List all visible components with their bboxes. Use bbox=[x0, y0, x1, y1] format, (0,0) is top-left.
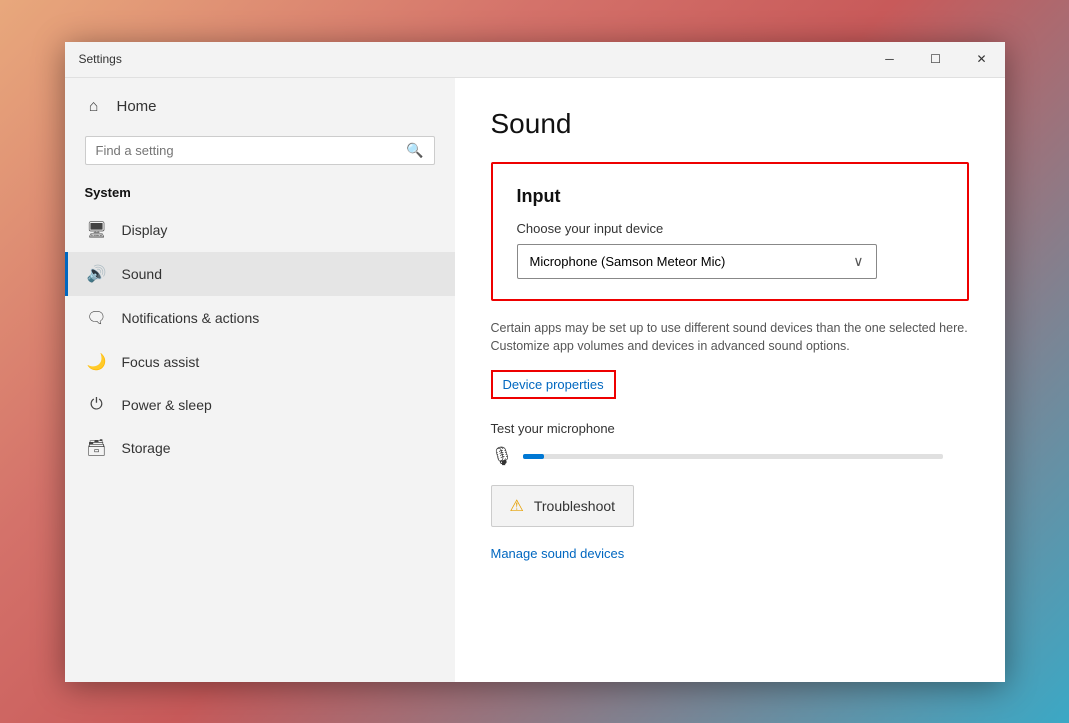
title-bar-controls: ─ ☐ ✕ bbox=[867, 41, 1005, 77]
sidebar-item-notifications[interactable]: 🗨 Notifications & actions bbox=[65, 296, 455, 340]
sidebar-item-display[interactable]: 🖥 Display bbox=[65, 208, 455, 252]
close-button[interactable]: ✕ bbox=[959, 41, 1005, 77]
sidebar-item-focus-label: Focus assist bbox=[122, 354, 200, 370]
settings-window: Settings ─ ☐ ✕ ⌂ Home 🔍 System 🖥 bbox=[65, 42, 1005, 682]
input-device-dropdown[interactable]: Microphone (Samson Meteor Mic) ∨ bbox=[517, 244, 877, 279]
device-properties-wrapper: Device properties bbox=[491, 370, 616, 399]
sidebar-section-title: System bbox=[65, 181, 455, 208]
notifications-icon: 🗨 bbox=[88, 308, 106, 328]
sidebar-item-power-label: Power & sleep bbox=[122, 397, 212, 413]
mic-level-fill bbox=[523, 454, 544, 459]
troubleshoot-button[interactable]: ⚠ Troubleshoot bbox=[491, 485, 635, 527]
sidebar-item-sound[interactable]: 🔊 Sound bbox=[65, 252, 455, 296]
device-properties-link[interactable]: Device properties bbox=[491, 370, 616, 399]
manage-sound-devices-link[interactable]: Manage sound devices bbox=[491, 546, 625, 561]
window-title: Settings bbox=[79, 52, 122, 66]
home-icon: ⌂ bbox=[85, 98, 103, 116]
mic-level-row: 🎙 bbox=[491, 446, 969, 467]
sidebar-item-notifications-label: Notifications & actions bbox=[122, 310, 260, 326]
input-description: Certain apps may be set up to use differ… bbox=[491, 319, 969, 357]
page-title: Sound bbox=[491, 108, 969, 140]
display-icon: 🖥 bbox=[88, 220, 106, 240]
sidebar: ⌂ Home 🔍 System 🖥 Display 🔊 Sound 🗨 N bbox=[65, 78, 455, 682]
sidebar-home-label: Home bbox=[117, 98, 157, 115]
search-input[interactable] bbox=[96, 143, 399, 158]
chevron-down-icon: ∨ bbox=[853, 253, 863, 270]
sidebar-item-focus[interactable]: 🌙 Focus assist bbox=[65, 340, 455, 384]
search-box[interactable]: 🔍 bbox=[85, 136, 435, 165]
sidebar-item-storage[interactable]: 🗃 Storage bbox=[65, 426, 455, 470]
storage-icon: 🗃 bbox=[88, 438, 106, 458]
test-mic-label: Test your microphone bbox=[491, 421, 969, 436]
search-icon: 🔍 bbox=[406, 142, 423, 159]
main-panel: Sound Input Choose your input device Mic… bbox=[455, 78, 1005, 682]
maximize-button[interactable]: ☐ bbox=[913, 41, 959, 77]
title-bar: Settings ─ ☐ ✕ bbox=[65, 42, 1005, 78]
content-area: ⌂ Home 🔍 System 🖥 Display 🔊 Sound 🗨 N bbox=[65, 78, 1005, 682]
troubleshoot-label: Troubleshoot bbox=[534, 498, 615, 514]
input-section-card: Input Choose your input device Microphon… bbox=[491, 162, 969, 301]
main-content: Sound Input Choose your input device Mic… bbox=[455, 78, 1005, 682]
minimize-button[interactable]: ─ bbox=[867, 41, 913, 77]
input-heading: Input bbox=[517, 186, 943, 207]
dropdown-value: Microphone (Samson Meteor Mic) bbox=[530, 254, 726, 269]
sidebar-home[interactable]: ⌂ Home bbox=[65, 88, 455, 126]
microphone-icon: 🎙 bbox=[491, 446, 514, 467]
sound-icon: 🔊 bbox=[88, 264, 106, 284]
sidebar-item-display-label: Display bbox=[122, 222, 168, 238]
sidebar-item-storage-label: Storage bbox=[122, 440, 171, 456]
sidebar-item-sound-label: Sound bbox=[122, 266, 162, 282]
mic-level-bar bbox=[523, 454, 943, 459]
sidebar-item-power[interactable]: ⏻ Power & sleep bbox=[65, 384, 455, 426]
device-label: Choose your input device bbox=[517, 221, 943, 236]
focus-icon: 🌙 bbox=[88, 352, 106, 372]
power-icon: ⏻ bbox=[88, 396, 106, 414]
warning-icon: ⚠ bbox=[510, 496, 524, 516]
